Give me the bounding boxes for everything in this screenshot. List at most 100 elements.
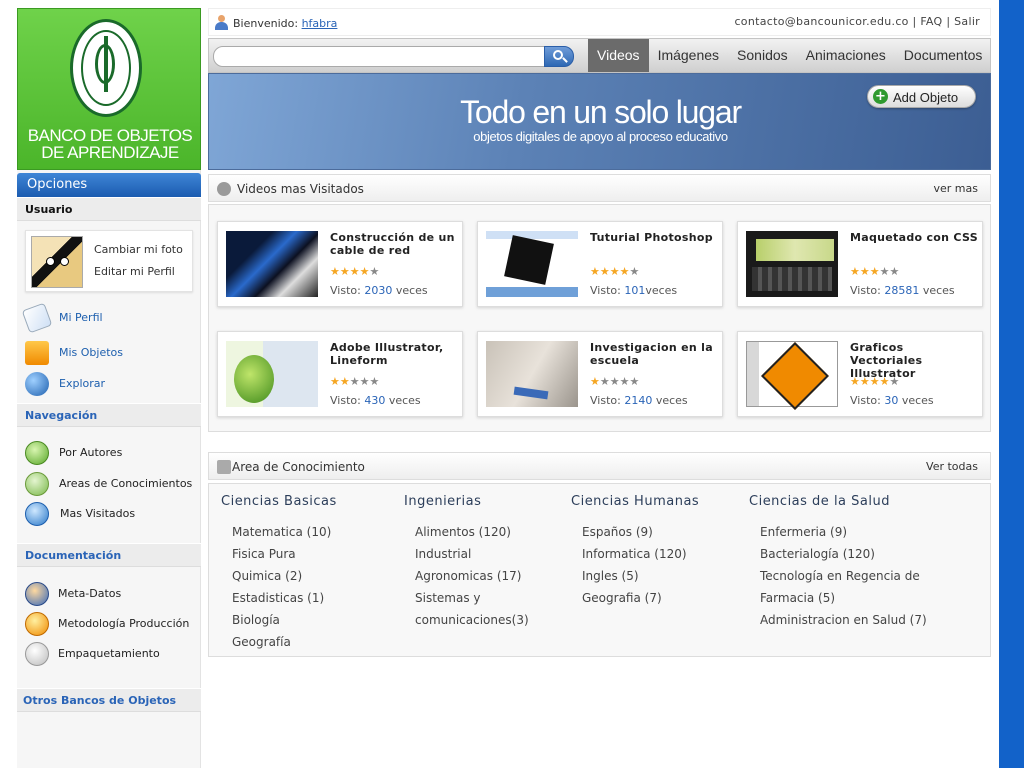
area-link[interactable]: Ingles (5) bbox=[571, 565, 699, 587]
box-icon bbox=[25, 341, 49, 365]
area-link[interactable]: Enfermeria (9) bbox=[749, 521, 927, 543]
video-thumbnail[interactable] bbox=[226, 341, 318, 407]
area-link[interactable]: Matematica (10) bbox=[221, 521, 337, 543]
video-card[interactable]: Adobe Illustrator, Lineform ★★★★★ Visto:… bbox=[217, 331, 463, 417]
area-link[interactable]: Biología bbox=[221, 609, 337, 631]
edit-profile-link[interactable]: Editar mi Perfil bbox=[94, 261, 183, 283]
area-link[interactable]: Fisica Pura bbox=[221, 543, 337, 565]
video-card[interactable]: Investigacion en la escuela ★★★★★ Visto:… bbox=[477, 331, 723, 417]
video-title[interactable]: Adobe Illustrator, Lineform bbox=[330, 341, 458, 367]
navegacion-header: Navegación bbox=[17, 403, 201, 427]
sidebar-item-por-autores[interactable]: Por Autores bbox=[23, 439, 197, 467]
menu-bar: Videos Imágenes Sonidos Animaciones Docu… bbox=[208, 38, 991, 73]
video-thumbnail[interactable] bbox=[746, 341, 838, 410]
area-heading[interactable]: Ciencias Humanas bbox=[571, 494, 699, 509]
tab-videos[interactable]: Videos bbox=[588, 39, 649, 72]
video-views: Visto: 30 veces bbox=[850, 394, 934, 407]
area-link[interactable]: Farmacia (5) bbox=[749, 587, 927, 609]
change-photo-link[interactable]: Cambiar mi foto bbox=[94, 239, 183, 261]
areas-more-link[interactable]: Ver todas bbox=[926, 460, 978, 473]
area-link[interactable]: Informatica (120) bbox=[571, 543, 699, 565]
video-card[interactable]: Maquetado con CSS ★★★★★ Visto: 28581 vec… bbox=[737, 221, 983, 307]
faq-link[interactable]: FAQ bbox=[920, 15, 942, 28]
top-links: contacto@bancounicor.edu.co | FAQ | Sali… bbox=[734, 15, 980, 28]
area-heading[interactable]: Ciencias Basicas bbox=[221, 494, 337, 509]
sidebar-item-mi-perfil[interactable]: Mi Perfil bbox=[21, 302, 197, 334]
area-link[interactable]: Alimentos (120) bbox=[404, 521, 529, 543]
add-object-button[interactable]: + Add Objeto bbox=[867, 85, 976, 108]
video-title[interactable]: Tuturial Photoshop bbox=[590, 231, 718, 244]
avatar bbox=[31, 236, 83, 288]
area-link[interactable]: comunicaciones(3) bbox=[404, 609, 529, 631]
areas-panel: Ciencias Basicas Matematica (10) Fisica … bbox=[208, 483, 991, 657]
tab-animaciones[interactable]: Animaciones bbox=[797, 39, 895, 72]
area-link[interactable]: Geografía bbox=[221, 631, 337, 653]
globe-icon bbox=[25, 372, 49, 396]
tab-sonidos[interactable]: Sonidos bbox=[728, 39, 797, 72]
video-views: Visto: 2030 veces bbox=[330, 284, 428, 297]
welcome-label: Bienvenido: bbox=[233, 17, 299, 30]
area-link[interactable]: Españos (9) bbox=[571, 521, 699, 543]
sidebar-item-meta-datos[interactable]: Meta-Datos bbox=[23, 580, 197, 608]
sidebar-item-label: Areas de Conocimientos bbox=[59, 477, 193, 490]
video-views: Visto: 28581 veces bbox=[850, 284, 955, 297]
sidebar-item-label: Mi Perfil bbox=[59, 311, 103, 324]
sidebar-item-mis-objetos[interactable]: Mis Objetos bbox=[23, 339, 197, 367]
sidebar-item-areas[interactable]: Areas de Conocimientos bbox=[23, 470, 197, 498]
video-title[interactable]: Investigacion en la escuela bbox=[590, 341, 718, 367]
sidebar-item-label: Meta-Datos bbox=[58, 587, 122, 600]
otros-bancos-header[interactable]: Otros Bancos de Objetos bbox=[17, 688, 201, 712]
sidebar-item-empaquetamiento[interactable]: Empaquetamiento bbox=[23, 640, 197, 668]
area-heading[interactable]: Ingenierias bbox=[404, 494, 529, 509]
tab-documentos[interactable]: Documentos bbox=[895, 39, 992, 72]
area-link[interactable]: Quimica (2) bbox=[221, 565, 337, 587]
areas-section-header: Area de Conocimiento Ver todas bbox=[208, 452, 991, 480]
sidebar-item-metodologia[interactable]: Metodología Producción bbox=[23, 610, 197, 638]
opciones-header: Opciones bbox=[17, 173, 201, 197]
metadata-icon bbox=[25, 582, 49, 606]
rating-stars: ★★★★★ bbox=[330, 265, 380, 278]
videos-more-link[interactable]: ver mas bbox=[934, 182, 978, 195]
sidebar-item-label: Empaquetamiento bbox=[58, 647, 160, 660]
sidebar-item-explorar[interactable]: Explorar bbox=[23, 370, 197, 398]
video-card[interactable]: Construcción de un cable de red ★★★★★ Vi… bbox=[217, 221, 463, 307]
area-column: Ciencias de la Salud Enfermeria (9) Bact… bbox=[749, 494, 927, 631]
video-title[interactable]: Construcción de un cable de red bbox=[330, 231, 458, 257]
area-link[interactable]: Tecnología en Regencia de bbox=[749, 565, 927, 587]
video-thumbnail[interactable] bbox=[226, 231, 318, 297]
area-link[interactable]: Geografia (7) bbox=[571, 587, 699, 609]
username-link[interactable]: hfabra bbox=[302, 17, 338, 30]
video-card[interactable]: Graficos Vectoriales Illustrator ★★★★★ V… bbox=[737, 331, 983, 417]
info-icon bbox=[217, 182, 231, 196]
sidebar-item-mas-visitados[interactable]: Mas Visitados bbox=[23, 500, 197, 528]
rating-stars: ★★★★★ bbox=[850, 375, 900, 388]
search-button[interactable] bbox=[544, 46, 574, 67]
welcome-text: Bienvenido: hfabra bbox=[233, 17, 337, 30]
area-link[interactable]: Sistemas y bbox=[404, 587, 529, 609]
search-input[interactable] bbox=[213, 46, 545, 67]
rating-stars: ★★★★★ bbox=[590, 265, 640, 278]
university-logo[interactable]: BANCO DE OBJETOS DE APRENDIZAJE bbox=[17, 8, 201, 170]
tab-imagenes[interactable]: Imágenes bbox=[649, 39, 728, 72]
video-title[interactable]: Maquetado con CSS bbox=[850, 231, 978, 244]
video-thumbnail[interactable] bbox=[746, 231, 838, 297]
plus-icon: + bbox=[873, 89, 888, 104]
rating-stars: ★★★★★ bbox=[590, 375, 640, 388]
videos-panel: Construcción de un cable de red ★★★★★ Vi… bbox=[208, 204, 991, 432]
sidebar-item-label: Explorar bbox=[59, 377, 106, 390]
area-link[interactable]: Industrial bbox=[404, 543, 529, 565]
video-card[interactable]: Tuturial Photoshop ★★★★★ Visto: 101veces bbox=[477, 221, 723, 307]
area-link[interactable]: Bacterialogía (120) bbox=[749, 543, 927, 565]
area-link[interactable]: Agronomicas (17) bbox=[404, 565, 529, 587]
contact-email-link[interactable]: contacto@bancounicor.edu.co bbox=[734, 15, 908, 28]
area-link[interactable]: Estadisticas (1) bbox=[221, 587, 337, 609]
logout-link[interactable]: Salir bbox=[954, 15, 980, 28]
puzzle-icon bbox=[217, 460, 231, 474]
window-frame bbox=[999, 0, 1024, 768]
area-heading[interactable]: Ciencias de la Salud bbox=[749, 494, 927, 509]
rating-stars: ★★★★★ bbox=[330, 375, 380, 388]
video-thumbnail[interactable] bbox=[486, 231, 578, 297]
video-thumbnail[interactable] bbox=[486, 341, 578, 407]
areas-section-title: Area de Conocimiento bbox=[232, 460, 365, 474]
area-link[interactable]: Administracion en Salud (7) bbox=[749, 609, 927, 631]
